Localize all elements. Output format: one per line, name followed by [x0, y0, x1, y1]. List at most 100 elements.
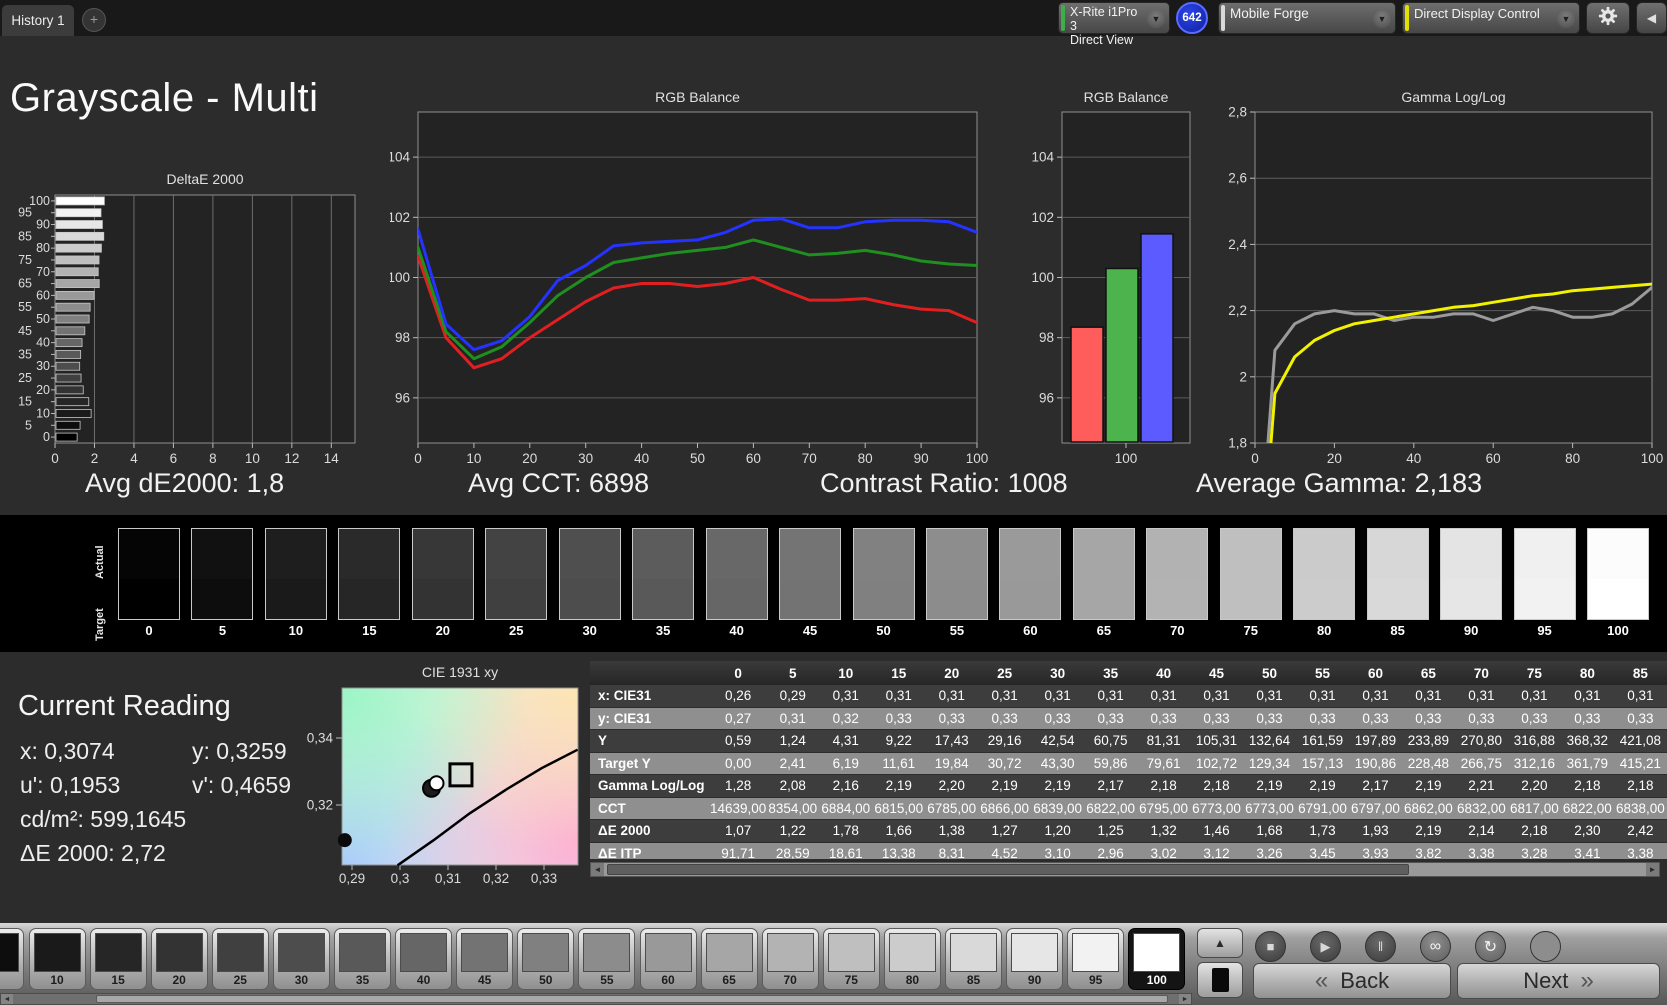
svg-text:0: 0	[43, 430, 50, 444]
level-button-35[interactable]: 35	[334, 928, 391, 990]
table-cell: 0,31	[779, 710, 806, 726]
swatch-target	[1588, 579, 1648, 619]
svg-text:60: 60	[36, 288, 50, 302]
swatch-actual	[780, 529, 841, 579]
level-button-45[interactable]: 45	[456, 928, 514, 990]
level-button-20[interactable]: 20	[150, 928, 208, 990]
table-cell: 13,38	[881, 845, 916, 859]
level-button-label: 85	[966, 973, 981, 987]
swatch-actual	[1220, 529, 1281, 579]
swatch-15	[338, 528, 401, 620]
swatch-target	[1147, 579, 1208, 619]
swatch-level-label: 0	[145, 623, 153, 638]
level-button-40[interactable]: 40	[395, 928, 453, 990]
level-button-55[interactable]: 55	[578, 928, 636, 990]
bottom-scrollbar-thumb[interactable]	[96, 995, 1168, 1003]
level-button-90[interactable]: 90	[1006, 928, 1064, 990]
scroll-right-icon[interactable]: ►	[1179, 994, 1191, 1004]
swatch-actual	[1000, 529, 1061, 579]
table-cell: 3,93	[1362, 845, 1389, 859]
svg-text:50: 50	[36, 312, 50, 326]
repeat-button[interactable]: ↻	[1475, 931, 1506, 962]
swatch-level-label: 75	[1243, 623, 1258, 638]
scroll-left-icon[interactable]: ◄	[1, 994, 13, 1004]
swatch-level-label: 15	[362, 623, 377, 638]
swatch-target	[559, 579, 620, 619]
table-cell: 1,07	[725, 823, 752, 839]
reading-u: u': 0,1953	[20, 772, 121, 798]
scroll-up-button[interactable]: ▲	[1197, 928, 1243, 958]
table-cell: 0,33	[1627, 710, 1654, 726]
level-button-65[interactable]: 65	[700, 928, 758, 990]
collapse-panel-button[interactable]: ◀	[1636, 2, 1667, 34]
pattern-source-dropdown[interactable]: Mobile Forge ▼	[1218, 2, 1396, 34]
level-button-80[interactable]: 80	[883, 928, 941, 990]
level-button-85[interactable]: 85	[945, 928, 1002, 990]
level-button-95[interactable]: 95	[1067, 928, 1125, 990]
table-cell: 2,18	[1203, 778, 1230, 794]
add-tab-button[interactable]: +	[82, 8, 106, 32]
infinity-icon: ∞	[1429, 937, 1442, 955]
table-cell: 0,59	[725, 733, 752, 749]
level-button-70[interactable]: 70	[761, 928, 819, 990]
level-patch	[1011, 933, 1059, 972]
swatch-0	[118, 528, 180, 620]
continuous-read-button[interactable]: ∞	[1420, 931, 1451, 962]
next-button[interactable]: Next »	[1457, 963, 1660, 999]
display-control-dropdown[interactable]: Direct Display Control ▼	[1402, 2, 1580, 34]
swatch-level-label: 90	[1463, 623, 1479, 638]
table-cell: 0,33	[1521, 710, 1548, 726]
level-button-15[interactable]: 15	[89, 928, 147, 990]
extra-button[interactable]	[1530, 931, 1561, 962]
meter-count-badge[interactable]: 642	[1176, 2, 1208, 34]
level-button-100[interactable]: 100	[1128, 928, 1186, 990]
table-cell: 6,19	[832, 755, 859, 771]
settings-button[interactable]	[1586, 2, 1630, 34]
table-row-label: x: CIE31	[598, 688, 652, 704]
scroll-right-icon[interactable]: ►	[1646, 863, 1659, 876]
table-cell: 3,41	[1574, 845, 1601, 859]
table-cell: 8354,00	[768, 800, 818, 816]
svg-text:20: 20	[1327, 451, 1342, 466]
swatch-level-label: 25	[509, 623, 524, 638]
table-cell: 2,20	[1521, 778, 1548, 794]
level-button-75[interactable]: 75	[822, 928, 880, 990]
level-button-30[interactable]: 30	[272, 928, 330, 990]
level-button-5[interactable]: 5	[0, 928, 25, 990]
level-button-60[interactable]: 60	[639, 928, 697, 990]
swatch-level-label: 65	[1096, 623, 1112, 638]
table-scrollbar[interactable]: ◄ ►	[590, 862, 1660, 877]
table-row-label: Target Y	[598, 755, 651, 771]
level-patch	[0, 933, 20, 972]
meter-dropdown[interactable]: X-Rite i1Pro 3 Direct View ▼	[1058, 2, 1170, 47]
swatch-target	[1367, 579, 1428, 619]
table-cell: 1,68	[1256, 823, 1283, 839]
table-cell: 3,38	[1627, 845, 1654, 859]
table-column-header: 80	[1560, 661, 1614, 685]
level-button-label: 100	[1146, 973, 1167, 987]
stop-button[interactable]: ■	[1255, 931, 1286, 962]
table-scrollbar-thumb[interactable]	[607, 864, 1409, 875]
scroll-left-icon[interactable]: ◄	[591, 863, 604, 876]
history-tab[interactable]: History 1	[2, 5, 74, 36]
table-cell: 6822,00	[1562, 800, 1612, 816]
level-patch	[461, 933, 509, 972]
table-cell: 0,31	[1256, 688, 1283, 704]
svg-text:98: 98	[395, 330, 410, 345]
pattern-window-button[interactable]	[1197, 962, 1243, 998]
table-cell: 19,84	[934, 755, 969, 771]
level-button-50[interactable]: 50	[517, 928, 575, 990]
level-button-label: 15	[111, 973, 125, 987]
table-cell: 0,27	[725, 710, 752, 726]
bottom-scrollbar[interactable]: ◄ ►	[0, 993, 1192, 1005]
pause-button[interactable]: ‖	[1365, 931, 1396, 962]
play-button[interactable]: ▶	[1310, 931, 1341, 962]
back-button[interactable]: « Back	[1253, 963, 1451, 999]
svg-text:14: 14	[324, 451, 340, 466]
svg-text:0,33: 0,33	[531, 871, 557, 886]
table-row: ΔE ITP 91,71 28,59 18,61 13,38 8,31 4,52 3,10 2,…	[590, 842, 1667, 859]
swatch-actual	[926, 529, 987, 579]
svg-text:98: 98	[1039, 330, 1054, 345]
level-button-25[interactable]: 25	[211, 928, 269, 990]
level-button-10[interactable]: 10	[28, 928, 86, 990]
